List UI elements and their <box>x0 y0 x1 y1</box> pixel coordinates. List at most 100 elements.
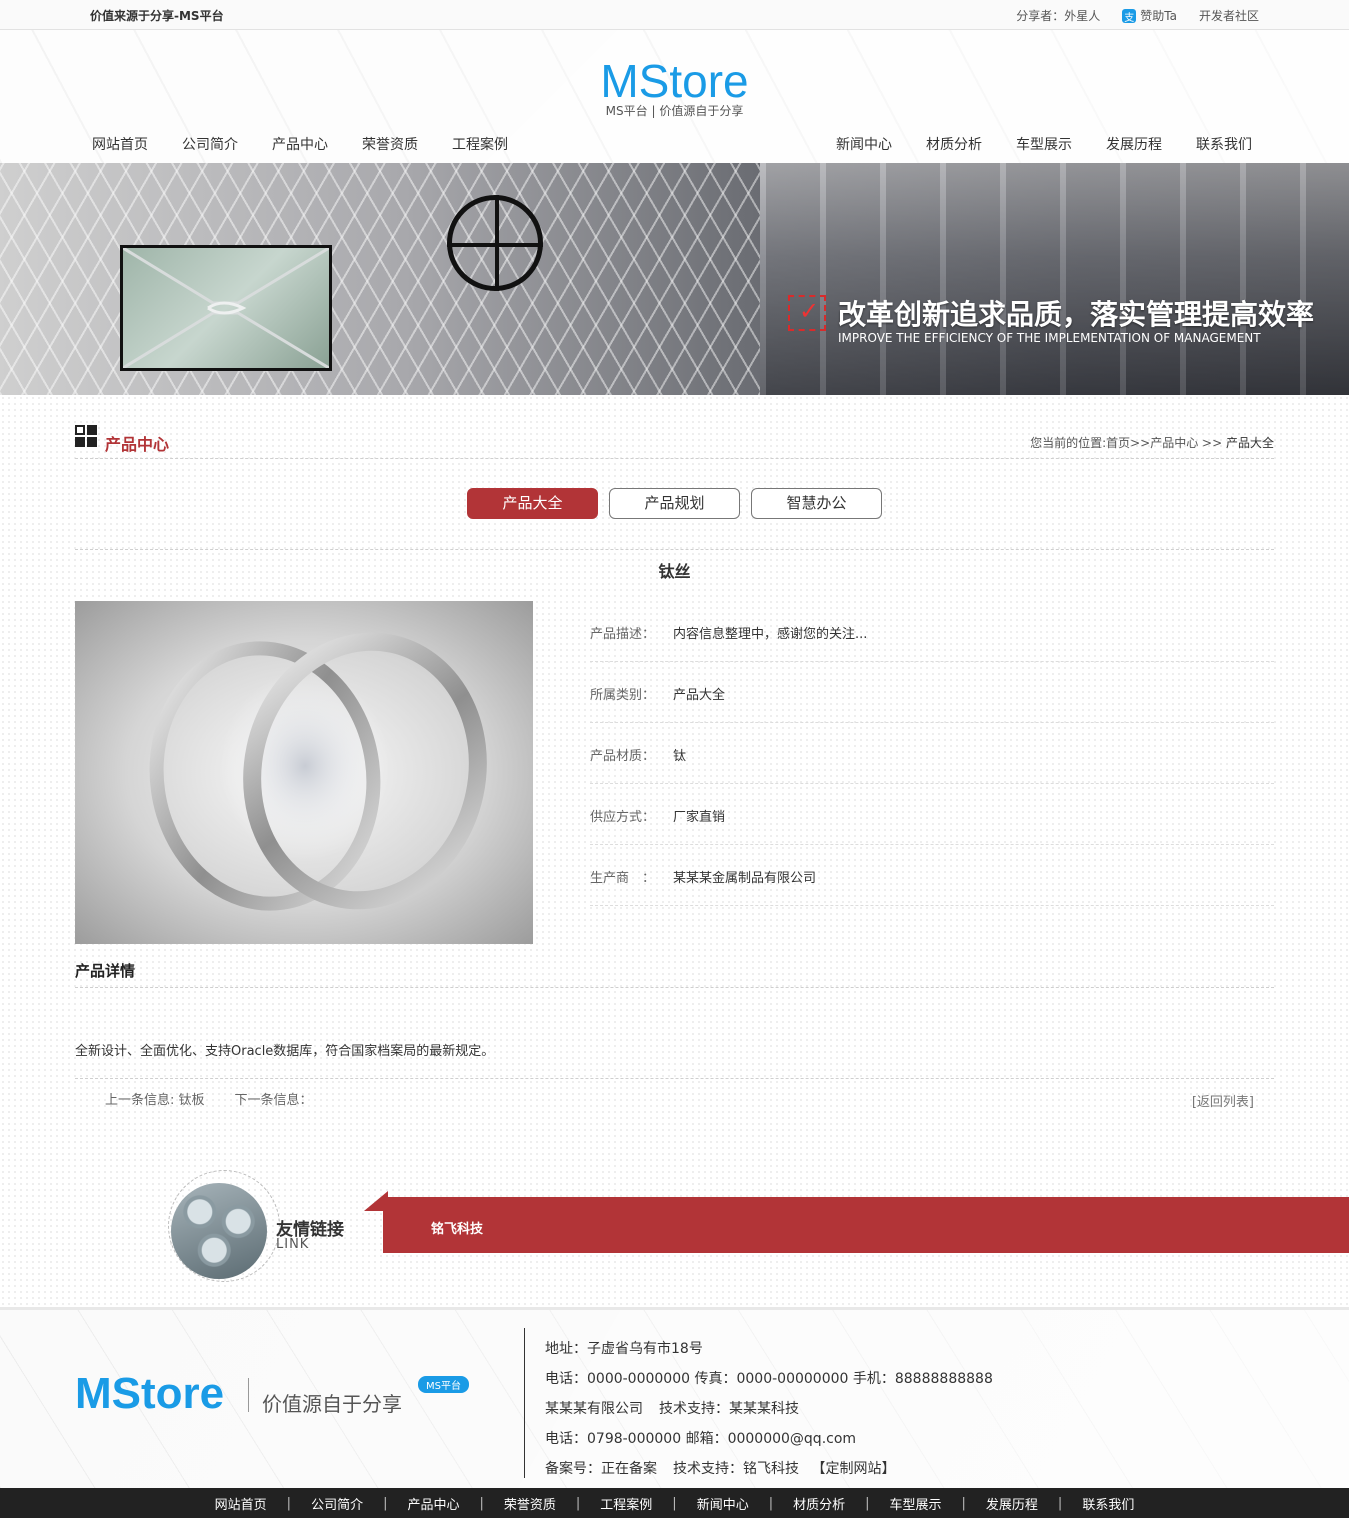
spec-key: 生产商 ： <box>590 871 656 886</box>
bottom-nav-cases[interactable]: 工程案例 <box>580 1494 672 1513</box>
footer-company: 某某某有限公司 <box>545 1401 643 1417</box>
bottom-nav-contact[interactable]: 联系我们 <box>1062 1494 1154 1513</box>
breadcrumb-path[interactable]: 您当前的位置:首页>>产品中心 >> <box>1030 436 1226 450</box>
nav-item-products[interactable]: 产品中心 <box>255 134 345 154</box>
bottom-nav-products[interactable]: 产品中心 <box>387 1494 479 1513</box>
nav-item-cases[interactable]: 工程案例 <box>435 134 525 154</box>
grid-icon <box>75 425 97 447</box>
spec-value: 厂家直销 <box>673 810 726 825</box>
banner-slogan: 改革创新追求品质，落实管理提高效率 IMPROVE THE EFFICIENCY… <box>788 293 1314 345</box>
bottom-nav-honors[interactable]: 荣誉资质 <box>484 1494 576 1513</box>
footer-logo-divider <box>248 1378 249 1412</box>
next-link[interactable]: 下一条信息： <box>235 1089 313 1108</box>
footer-company-line: 某某某有限公司 技术支持：某某某科技 <box>545 1394 993 1424</box>
footer-logo: MStore <box>75 1369 225 1418</box>
prev-link[interactable]: 上一条信息: 钛板 <box>105 1089 205 1108</box>
footer: MStore 价值源自于分享 MS平台 地址：子虚省乌有市18号 电话：0000… <box>0 1307 1349 1488</box>
product-title: 钛丝 <box>658 562 691 581</box>
header: MStore MS平台 | 价值源自于分享 网站首页 公司简介 产品中心 荣誉资… <box>0 30 1349 163</box>
main-content: 产品中心 您当前的位置:首页>>产品中心 >> 产品大全 产品大全 产品规划 智… <box>0 395 1349 1307</box>
bottom-nav-news[interactable]: 新闻中心 <box>677 1494 769 1513</box>
sponsor-label: 赞助Ta <box>1140 9 1177 23</box>
prev-next-nav: 上一条信息: 钛板 下一条信息： <box>105 1089 313 1108</box>
logo[interactable]: MStore MS平台 | 价值源自于分享 <box>0 58 1349 119</box>
nav-item-home[interactable]: 网站首页 <box>75 134 165 154</box>
footer-slogan: 价值源自于分享 <box>262 1392 402 1416</box>
nav-item-contact[interactable]: 联系我们 <box>1179 134 1269 154</box>
product-specs: 产品描述： 内容信息整理中，感谢您的关注... 所属类别： 产品大全 产品材质：… <box>590 601 1274 906</box>
wire-mesh-graphic <box>0 163 760 395</box>
nav-item-history[interactable]: 发展历程 <box>1089 134 1179 154</box>
bottom-nav-about[interactable]: 公司简介 <box>291 1494 383 1513</box>
footer-divider <box>524 1328 525 1478</box>
nav-item-news[interactable]: 新闻中心 <box>819 134 909 154</box>
footer-phones: 电话：0000-0000000 传真：0000-00000000 手机：8888… <box>545 1371 993 1387</box>
friend-link-item[interactable]: 铭飞科技 <box>431 1218 483 1237</box>
logo-text: MStore <box>600 55 749 107</box>
spec-row: 所属类别： 产品大全 <box>590 662 1274 723</box>
mesh-closeup-image <box>120 245 332 371</box>
main-nav: 网站首页 公司简介 产品中心 荣誉资质 工程案例 新闻中心 材质分析 车型展示 … <box>75 130 1269 160</box>
bottom-nav-materials[interactable]: 材质分析 <box>773 1494 865 1513</box>
footer-badge: MS平台 <box>418 1376 469 1393</box>
breadcrumb: 您当前的位置:首页>>产品中心 >> 产品大全 <box>1030 434 1274 451</box>
tab-smart-office[interactable]: 智慧办公 <box>751 488 882 519</box>
spec-key: 产品描述： <box>590 627 656 642</box>
spec-value: 产品大全 <box>673 688 726 703</box>
bottom-nav-history[interactable]: 发展历程 <box>966 1494 1058 1513</box>
detail-title: 产品详情 <box>75 962 136 980</box>
bottom-nav: 网站首页 | 公司简介 | 产品中心 | 荣誉资质 | 工程案例 | 新闻中心 | 材质分析… <box>0 1488 1349 1518</box>
sharer-text: 分享者：外星人 <box>1016 9 1101 23</box>
back-to-list-link[interactable]: [返回列表] <box>1192 1091 1254 1110</box>
top-links: 分享者：外星人 赞助Ta 开发者社区 <box>1016 7 1259 24</box>
footer-support: 技术支持：某某某科技 <box>659 1401 799 1417</box>
top-bar: 价值来源于分享-MS平台 分享者：外星人 赞助Ta 开发者社区 <box>0 0 1349 30</box>
divider <box>75 1078 1274 1079</box>
spec-row: 生产商 ： 某某某金属制品有限公司 <box>590 845 1274 906</box>
breadcrumb-current: 产品大全 <box>1225 436 1274 450</box>
bottom-nav-models[interactable]: 车型展示 <box>870 1494 962 1513</box>
friend-links-bar <box>383 1197 1349 1253</box>
footer-info: 地址：子虚省乌有市18号 电话：0000-0000000 传真：0000-000… <box>545 1334 993 1484</box>
banner-slogan-main: 改革创新追求品质，落实管理提高效率 <box>838 298 1315 331</box>
alipay-icon <box>1122 8 1137 24</box>
site-tagline: 价值来源于分享-MS平台 <box>90 9 224 23</box>
friend-links-section: 友情链接 LINK 铭飞科技 <box>0 1165 1349 1285</box>
friend-links-photo <box>171 1183 267 1279</box>
spec-value: 某某某金属制品有限公司 <box>673 871 817 886</box>
tab-product-planning[interactable]: 产品规划 <box>609 488 740 519</box>
section-header: 产品中心 您当前的位置:首页>>产品中心 >> 产品大全 <box>75 425 1274 459</box>
nav-item-about[interactable]: 公司简介 <box>165 134 255 154</box>
spec-key: 产品材质： <box>590 749 656 764</box>
footer-icp-line: 备案号：正在备案 技术支持：铭飞科技 【定制网站】 <box>545 1454 993 1484</box>
footer-support2: 技术支持：铭飞科技 <box>673 1461 799 1477</box>
category-tabs: 产品大全 产品规划 智慧办公 <box>0 488 1349 519</box>
footer-address: 地址：子虚省乌有市18号 <box>545 1341 703 1357</box>
sponsor-link[interactable]: 赞助Ta <box>1122 7 1177 24</box>
spec-value: 内容信息整理中，感谢您的关注... <box>673 627 868 642</box>
factory-graphic <box>760 163 1349 395</box>
bottom-nav-home[interactable]: 网站首页 <box>195 1494 287 1513</box>
footer-contact: 电话：0798-000000 邮箱：0000000@qq.com <box>545 1431 857 1447</box>
friend-links-subtitle: LINK <box>276 1237 310 1252</box>
spec-row: 产品材质： 钛 <box>590 723 1274 784</box>
section-title: 产品中心 <box>105 435 170 454</box>
logo-subtitle: MS平台 | 价值源自于分享 <box>605 104 744 118</box>
banner-slogan-en: IMPROVE THE EFFICIENCY OF THE IMPLEMENTA… <box>838 331 1261 345</box>
divider <box>75 549 1274 550</box>
product-image <box>75 601 533 944</box>
spec-key: 所属类别： <box>590 688 656 703</box>
footer-icp: 备案号：正在备案 <box>545 1461 657 1477</box>
hero-banner: 改革创新追求品质，落实管理提高效率 IMPROVE THE EFFICIENCY… <box>0 163 1349 395</box>
divider <box>75 987 1274 988</box>
nav-item-materials[interactable]: 材质分析 <box>909 134 999 154</box>
community-link[interactable]: 开发者社区 <box>1199 7 1259 24</box>
custom-site-link[interactable]: 【定制网站】 <box>811 1461 895 1477</box>
spec-value: 钛 <box>673 749 687 764</box>
crosshair-icon <box>447 195 543 291</box>
nav-item-models[interactable]: 车型展示 <box>999 134 1089 154</box>
tab-all-products[interactable]: 产品大全 <box>467 488 598 519</box>
spec-row: 供应方式： 厂家直销 <box>590 784 1274 845</box>
spec-row: 产品描述： 内容信息整理中，感谢您的关注... <box>590 601 1274 662</box>
nav-item-honors[interactable]: 荣誉资质 <box>345 134 435 154</box>
